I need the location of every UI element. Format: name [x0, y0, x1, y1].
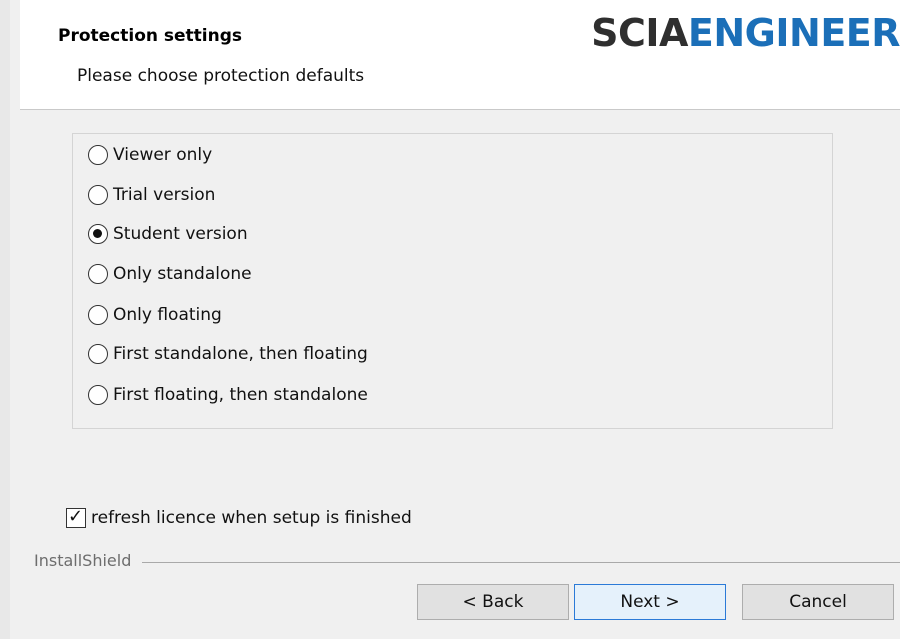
refresh-licence-label: refresh licence when setup is finished: [91, 508, 412, 528]
radio-label: First floating, then standalone: [113, 385, 368, 405]
radio-label: First standalone, then floating: [113, 344, 368, 364]
radio-label: Only standalone: [113, 264, 252, 284]
radio-first-floating-then-standalone[interactable]: First floating, then standalone: [88, 383, 368, 407]
next-button[interactable]: Next >: [574, 584, 726, 620]
scia-engineer-logo: SCIAENGINEER: [591, 14, 900, 52]
logo-text-engineer: ENGINEER: [687, 11, 900, 55]
radio-button-icon[interactable]: [88, 145, 108, 165]
logo-text-scia: SCIA: [591, 11, 688, 55]
radio-button-icon[interactable]: [88, 385, 108, 405]
page-title: Protection settings: [58, 26, 243, 46]
radio-trial-version[interactable]: Trial version: [88, 183, 215, 207]
installshield-label: InstallShield: [34, 551, 132, 570]
installer-window: Protection settings Please choose protec…: [0, 0, 900, 639]
refresh-licence-checkbox-row[interactable]: ✓ refresh licence when setup is finished: [66, 506, 412, 530]
radio-label: Trial version: [113, 185, 216, 205]
radio-button-icon[interactable]: [88, 344, 108, 364]
radio-first-standalone-then-floating[interactable]: First standalone, then floating: [88, 342, 368, 366]
radio-button-icon[interactable]: [88, 185, 108, 205]
radio-only-floating[interactable]: Only floating: [88, 303, 222, 327]
radio-only-standalone[interactable]: Only standalone: [88, 262, 252, 286]
header-banner: Protection settings Please choose protec…: [20, 0, 900, 110]
radio-label: Student version: [113, 224, 248, 244]
footer-divider: [142, 562, 900, 563]
page-subtitle: Please choose protection defaults: [77, 66, 365, 86]
radio-button-icon[interactable]: [88, 305, 108, 325]
radio-label: Viewer only: [113, 145, 213, 165]
cancel-button[interactable]: Cancel: [742, 584, 894, 620]
radio-student-version[interactable]: Student version: [88, 222, 248, 246]
back-button[interactable]: < Back: [417, 584, 569, 620]
radio-button-icon[interactable]: [88, 264, 108, 284]
checkbox-checked-icon[interactable]: ✓: [66, 507, 86, 528]
radio-label: Only floating: [113, 305, 222, 325]
radio-button-selected-icon[interactable]: [88, 224, 108, 244]
radio-viewer-only[interactable]: Viewer only: [88, 143, 212, 167]
